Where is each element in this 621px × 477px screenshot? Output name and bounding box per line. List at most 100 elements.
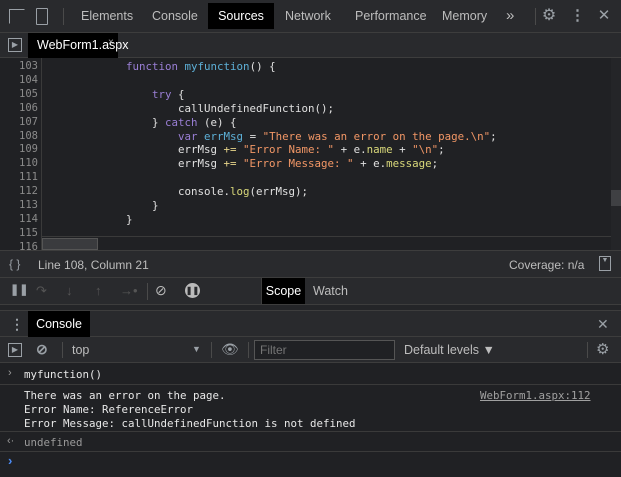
line-number[interactable]: 112 [0,185,38,197]
deactivate-breakpoints-icon[interactable]: ⊘ [155,283,167,297]
code-line: } catch (e) { [48,116,237,129]
file-tab[interactable]: WebForm1.aspx × [28,33,128,58]
code-token: myfunction [184,60,250,73]
tab-memory[interactable]: Memory [432,3,497,29]
live-expression-eye-icon[interactable]: 👁 [221,342,239,356]
line-number[interactable]: 104 [0,74,38,86]
line-number[interactable]: 114 [0,213,38,225]
code-line: errMsg += "Error Message: " + e.message; [48,157,438,170]
source-link[interactable]: WebForm1.aspx:112 [480,389,591,402]
code-line: console.log(errMsg); [48,185,308,198]
code-token: ; [431,157,439,171]
step-icon[interactable]: →• [120,284,138,297]
horizontal-scrollbar-thumb[interactable] [42,238,98,250]
file-tab-bar: ▶ WebForm1.aspx × [0,33,621,58]
log-line: There was an error on the page. [24,389,226,402]
line-number[interactable]: 111 [0,171,38,183]
cursor-position: Line 108, Column 21 [38,258,149,272]
drawer-header: ⋮ Console ✕ [0,310,621,337]
drawer-tab-console[interactable]: Console [28,311,90,337]
line-number[interactable]: 109 [0,143,38,155]
console-input-text: myfunction() [24,368,103,381]
more-options-icon[interactable]: ⋮ [570,8,585,23]
line-number[interactable]: 107 [0,116,38,128]
toggle-console-sidebar-icon[interactable]: ▶ [8,343,22,357]
tab-watch[interactable]: Watch [313,278,348,304]
tab-performance[interactable]: Performance [345,3,437,29]
line-number[interactable]: 106 [0,102,38,114]
input-chevron-icon: › [8,367,12,379]
code-token: ; [438,143,445,157]
context-value: top [72,343,90,357]
code-line: function myfunction() { [48,60,276,73]
tab-console[interactable]: Console [142,3,208,29]
code-token: () { [249,60,276,73]
line-number[interactable]: 105 [0,88,38,100]
tab-network[interactable]: Network [275,3,341,29]
editor-status-bar: { } Line 108, Column 21 Coverage: n/a ▼ [0,250,621,278]
code-token: errMsg [48,143,224,157]
line-number[interactable]: 103 [0,60,38,72]
tab-elements[interactable]: Elements [71,3,143,29]
line-number[interactable]: 108 [0,130,38,142]
step-over-icon[interactable]: ↷ [36,284,47,297]
vertical-scrollbar-thumb[interactable] [611,190,621,206]
line-number[interactable]: 115 [0,227,38,239]
code-token: += [223,157,237,171]
more-tabs-button[interactable]: » [496,3,524,29]
toggle-navigator-icon[interactable]: ▶ [8,38,22,52]
console-result-row: ‹· undefined [0,432,621,452]
tab-sources[interactable]: Sources [208,3,274,29]
context-selector[interactable]: top ▼ [66,337,206,362]
code-token: + e. [353,157,387,171]
code-token: + e. [334,143,367,157]
code-line: errMsg += "Error Name: " + e.name + "\n"… [48,143,445,156]
filter-input[interactable] [254,340,395,360]
code-token: "Error Message: " [243,157,354,171]
chevron-down-icon: ▼ [192,344,201,354]
tab-scope[interactable]: Scope [262,278,305,304]
inspect-element-icon[interactable] [9,9,25,24]
drawer-menu-icon[interactable]: ⋮ [10,317,24,331]
code-token: } [48,199,159,212]
code-token: } [48,212,133,226]
step-into-icon[interactable]: ↓ [66,284,73,297]
vertical-scrollbar[interactable] [611,58,621,250]
code-token: ; [490,129,497,143]
code-token: (e) { [197,115,237,129]
line-number[interactable]: 113 [0,199,38,211]
line-number[interactable]: 116 [0,241,38,250]
console-prompt[interactable]: › [0,452,621,477]
code-token: errMsg [48,157,224,171]
code-token: var [178,129,198,143]
toggle-debugger-sidebar-icon[interactable]: ▼ [599,256,611,271]
code-token: message [386,157,432,171]
file-tab-label: WebForm1.aspx [37,38,129,52]
code-line: callUndefinedFunction(); [48,102,334,115]
console-settings-gear-icon[interactable]: ⚙ [596,342,609,357]
step-out-icon[interactable]: ↑ [95,284,102,297]
console-input-row: › myfunction() [0,363,621,385]
pause-on-exceptions-icon[interactable]: ❚❚ [185,283,200,298]
clear-console-icon[interactable]: ⊘ [36,342,48,356]
code-token: try [152,87,172,101]
close-file-icon[interactable]: × [108,37,114,48]
pretty-print-icon[interactable]: { } [9,257,20,271]
device-toolbar-icon[interactable] [36,8,48,25]
settings-gear-icon[interactable]: ⚙ [540,8,558,24]
code-token: = [243,129,263,143]
code-token: catch [165,115,198,129]
prompt-chevron-icon: › [8,453,13,468]
line-number[interactable]: 110 [0,157,38,169]
code-token: "There was an error on the page.\n" [262,129,491,143]
horizontal-scrollbar[interactable] [42,236,611,250]
close-drawer-icon[interactable]: ✕ [597,317,609,331]
line-number-gutter: 103 104 105 106 107 108 109 110 111 112 113 114 115 1… [0,58,42,250]
close-devtools-icon[interactable]: ✕ [596,8,612,23]
pause-icon[interactable]: ❚❚ [10,285,28,296]
code-token: + [392,143,413,157]
code-token: "\n" [412,143,439,157]
log-levels-dropdown[interactable]: Default levels ▼ [404,343,495,357]
code-editor[interactable]: 103 104 105 106 107 108 109 110 111 112 113 114 115 1… [0,58,621,250]
